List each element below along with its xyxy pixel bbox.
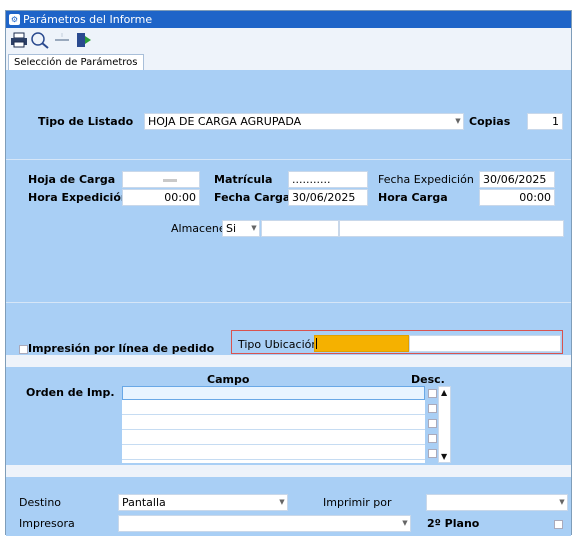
scroll-down-icon[interactable]: ▼ <box>441 452 447 461</box>
impresion-linea-checkbox[interactable] <box>19 345 28 354</box>
desc-checkbox[interactable] <box>428 449 437 458</box>
almacen-codigo-input[interactable] <box>261 220 339 237</box>
hora-carga-label: Hora Carga <box>378 191 448 204</box>
campo-column-header: Campo <box>207 373 250 386</box>
almacenes-value: Si <box>226 222 237 235</box>
hora-carga-input[interactable]: 00:00 <box>479 189 555 206</box>
desc-checkbox[interactable] <box>428 404 437 413</box>
tipo-ubicacion-input[interactable] <box>314 335 409 352</box>
divider <box>6 159 571 160</box>
chevron-down-icon[interactable]: ▼ <box>557 495 567 510</box>
tipo-listado-value: HOJA DE CARGA AGRUPADA <box>148 115 302 128</box>
title-bar: ⚙ Parámetros del Informe <box>6 11 571 28</box>
table-row[interactable] <box>122 431 425 445</box>
tab-seleccion-parametros[interactable]: Selección de Parámetros <box>8 54 144 71</box>
printer-icon[interactable] <box>9 31 29 49</box>
toolbar <box>6 28 571 52</box>
tipo-ubicacion-label: Tipo Ubicación <box>238 338 319 351</box>
fecha-expedicion-input[interactable]: 30/06/2025 <box>479 171 555 188</box>
desc-checkbox[interactable] <box>428 434 437 443</box>
hora-expedicion-label: Hora Expedición <box>28 191 129 204</box>
fecha-expedicion-label: Fecha Expedición <box>378 173 474 186</box>
matricula-input[interactable]: ........... <box>288 171 368 188</box>
scroll-up-icon[interactable]: ▲ <box>441 388 447 397</box>
app-icon: ⚙ <box>9 14 20 25</box>
salida-panel: Destino Pantalla ▼ Imprimir por ▼ Impres… <box>6 477 571 536</box>
desc-column-header: Desc. <box>411 373 445 386</box>
redacted-value <box>163 179 177 182</box>
desc-checkbox[interactable] <box>428 389 437 398</box>
imprimir-por-select[interactable]: ▼ <box>426 494 568 511</box>
impresion-linea-label: Impresión por línea de pedido <box>28 342 215 355</box>
segundo-plano-label: 2º Plano <box>427 517 480 530</box>
destino-value: Pantalla <box>122 496 166 509</box>
chevron-down-icon[interactable]: ▼ <box>453 114 463 129</box>
orden-impresion-panel: Campo Desc. Orden de Imp. ▲ ▼ <box>6 367 571 465</box>
chevron-down-icon[interactable]: ▼ <box>249 221 259 236</box>
table-row[interactable] <box>122 401 425 415</box>
tab-bar: Selección de Parámetros <box>6 52 571 71</box>
fecha-carga-label: Fecha Carga <box>214 191 291 204</box>
divider <box>6 302 571 303</box>
almacen-nombre-input[interactable] <box>339 220 564 237</box>
tipo-listado-select[interactable]: HOJA DE CARGA AGRUPADA ▼ <box>144 113 464 130</box>
impresora-select[interactable]: ▼ <box>118 515 411 532</box>
window-title: Parámetros del Informe <box>23 13 153 26</box>
copias-input[interactable]: 1 <box>527 113 563 130</box>
fecha-carga-input[interactable]: 30/06/2025 <box>288 189 368 206</box>
chevron-down-icon[interactable]: ▼ <box>400 516 410 531</box>
table-row[interactable] <box>122 446 425 460</box>
almacenes-select[interactable]: Si ▼ <box>222 220 260 237</box>
imprimir-por-label: Imprimir por <box>323 496 392 509</box>
report-parameters-window: ⚙ Parámetros del Informe Selección de Pa… <box>5 10 572 536</box>
destino-select[interactable]: Pantalla ▼ <box>118 494 288 511</box>
orden-grid <box>122 386 425 463</box>
tipo-listado-label: Tipo de Listado <box>38 115 134 128</box>
text-cursor <box>316 338 317 349</box>
segundo-plano-checkbox[interactable] <box>554 520 563 529</box>
magnifier-icon[interactable] <box>30 31 50 49</box>
chevron-down-icon[interactable]: ▼ <box>277 495 287 510</box>
hoja-carga-input[interactable] <box>122 171 200 188</box>
grid-scrollbar[interactable]: ▲ ▼ <box>438 386 451 463</box>
destino-label: Destino <box>19 496 62 509</box>
hoja-carga-label: Hoja de Carga <box>28 173 116 186</box>
copias-label: Copias <box>469 115 511 128</box>
parameters-panel: Tipo de Listado HOJA DE CARGA AGRUPADA ▼… <box>6 70 571 355</box>
desc-checkbox-column <box>427 386 437 463</box>
impresora-label: Impresora <box>19 517 75 530</box>
tipo-ubicacion-desc-input[interactable] <box>409 335 561 352</box>
table-row[interactable] <box>122 386 425 400</box>
minus-icon[interactable] <box>52 31 72 49</box>
matricula-label: Matrícula <box>214 173 273 186</box>
table-row[interactable] <box>122 416 425 430</box>
orden-imp-label: Orden de Imp. <box>26 386 115 399</box>
exit-door-icon[interactable] <box>74 31 94 49</box>
hora-expedicion-input[interactable]: 00:00 <box>122 189 200 206</box>
desc-checkbox[interactable] <box>428 419 437 428</box>
